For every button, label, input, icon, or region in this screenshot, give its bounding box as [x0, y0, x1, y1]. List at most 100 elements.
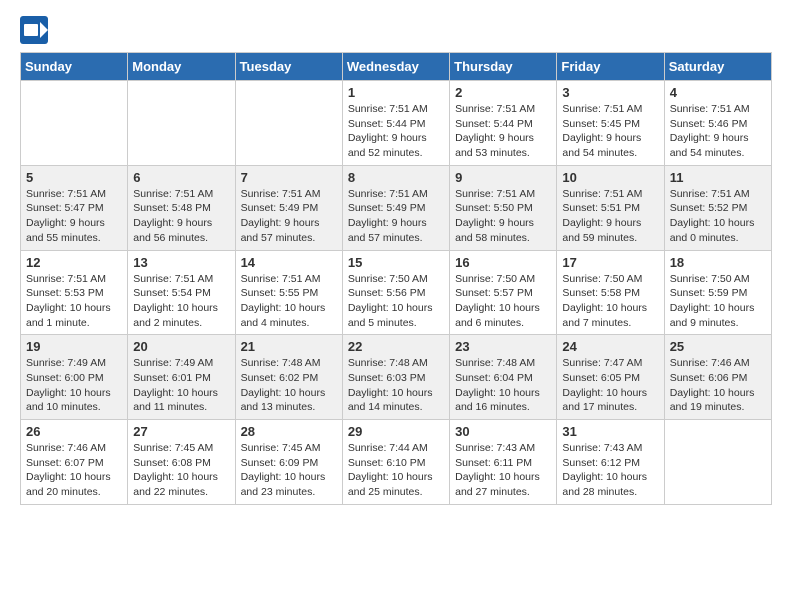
- calendar-cell: 2Sunrise: 7:51 AM Sunset: 5:44 PM Daylig…: [450, 81, 557, 166]
- day-info: Sunrise: 7:51 AM Sunset: 5:51 PM Dayligh…: [562, 187, 658, 246]
- calendar-cell: [21, 81, 128, 166]
- day-number: 7: [241, 170, 337, 185]
- day-info: Sunrise: 7:48 AM Sunset: 6:03 PM Dayligh…: [348, 356, 444, 415]
- day-number: 19: [26, 339, 122, 354]
- day-info: Sunrise: 7:50 AM Sunset: 5:58 PM Dayligh…: [562, 272, 658, 331]
- day-number: 15: [348, 255, 444, 270]
- day-number: 3: [562, 85, 658, 100]
- weekday-header: Thursday: [450, 53, 557, 81]
- day-info: Sunrise: 7:51 AM Sunset: 5:47 PM Dayligh…: [26, 187, 122, 246]
- day-number: 22: [348, 339, 444, 354]
- day-number: 11: [670, 170, 766, 185]
- day-info: Sunrise: 7:46 AM Sunset: 6:07 PM Dayligh…: [26, 441, 122, 500]
- calendar-cell: 22 Sunrise: 7:48 AM Sunset: 6:03 PM Dayli…: [342, 335, 449, 420]
- day-info: Sunrise: 7:51 AM Sunset: 5:54 PM Dayligh…: [133, 272, 229, 331]
- calendar-cell: 7Sunrise: 7:51 AM Sunset: 5:49 PM Daylig…: [235, 165, 342, 250]
- header: [20, 16, 772, 44]
- calendar-cell: [128, 81, 235, 166]
- day-info: Sunrise: 7:49 AM Sunset: 6:01 PM Dayligh…: [133, 356, 229, 415]
- calendar-cell: 11 Sunrise: 7:51 AM Sunset: 5:52 PM Dayli…: [664, 165, 771, 250]
- day-number: 17: [562, 255, 658, 270]
- day-info: Sunrise: 7:51 AM Sunset: 5:46 PM Dayligh…: [670, 102, 766, 161]
- weekday-header: Wednesday: [342, 53, 449, 81]
- day-number: 29: [348, 424, 444, 439]
- day-info: Sunrise: 7:49 AM Sunset: 6:00 PM Dayligh…: [26, 356, 122, 415]
- day-number: 25: [670, 339, 766, 354]
- calendar-cell: 10Sunrise: 7:51 AM Sunset: 5:51 PM Dayli…: [557, 165, 664, 250]
- day-info: Sunrise: 7:51 AM Sunset: 5:49 PM Dayligh…: [348, 187, 444, 246]
- day-number: 4: [670, 85, 766, 100]
- calendar-week-row: 1 Sunrise: 7:51 AM Sunset: 5:44 PM Daylig…: [21, 81, 772, 166]
- calendar-cell: 28 Sunrise: 7:45 AM Sunset: 6:09 PM Dayli…: [235, 420, 342, 505]
- day-number: 1: [348, 85, 444, 100]
- day-number: 13: [133, 255, 229, 270]
- day-number: 8: [348, 170, 444, 185]
- weekday-header: Monday: [128, 53, 235, 81]
- calendar-cell: 5 Sunrise: 7:51 AM Sunset: 5:47 PM Daylig…: [21, 165, 128, 250]
- calendar-cell: 25 Sunrise: 7:46 AM Sunset: 6:06 PM Dayli…: [664, 335, 771, 420]
- calendar-cell: 12Sunrise: 7:51 AM Sunset: 5:53 PM Dayli…: [21, 250, 128, 335]
- calendar-cell: 17 Sunrise: 7:50 AM Sunset: 5:58 PM Dayli…: [557, 250, 664, 335]
- day-info: Sunrise: 7:50 AM Sunset: 5:56 PM Dayligh…: [348, 272, 444, 331]
- calendar-table: SundayMondayTuesdayWednesdayThursdayFrid…: [20, 52, 772, 505]
- calendar-cell: 16Sunrise: 7:50 AM Sunset: 5:57 PM Dayli…: [450, 250, 557, 335]
- weekday-header: Friday: [557, 53, 664, 81]
- calendar-cell: [235, 81, 342, 166]
- weekday-header: Sunday: [21, 53, 128, 81]
- calendar-cell: 9 Sunrise: 7:51 AM Sunset: 5:50 PM Daylig…: [450, 165, 557, 250]
- day-number: 31: [562, 424, 658, 439]
- calendar-cell: 15 Sunrise: 7:50 AM Sunset: 5:56 PM Dayli…: [342, 250, 449, 335]
- day-number: 16: [455, 255, 551, 270]
- calendar-cell: [664, 420, 771, 505]
- calendar-cell: 26 Sunrise: 7:46 AM Sunset: 6:07 PM Dayli…: [21, 420, 128, 505]
- day-info: Sunrise: 7:48 AM Sunset: 6:04 PM Dayligh…: [455, 356, 551, 415]
- calendar-cell: 1Sunrise: 7:51 AM Sunset: 5:44 PM Daylig…: [342, 81, 449, 166]
- calendar-cell: 31 Sunrise: 7:43 AM Sunset: 6:12 PM Dayli…: [557, 420, 664, 505]
- day-info: Sunrise: 7:44 AM Sunset: 6:10 PM Dayligh…: [348, 441, 444, 500]
- calendar-cell: 18 Sunrise: 7:50 AM Sunset: 5:59 PM Dayli…: [664, 250, 771, 335]
- calendar-cell: 20 Sunrise: 7:49 AM Sunset: 6:01 PM Dayli…: [128, 335, 235, 420]
- day-number: 5: [26, 170, 122, 185]
- day-number: 6: [133, 170, 229, 185]
- day-info: Sunrise: 7:51 AM Sunset: 5:55 PM Dayligh…: [241, 272, 337, 331]
- calendar-cell: 4 Sunrise: 7:51 AM Sunset: 5:46 PM Daylig…: [664, 81, 771, 166]
- day-info: Sunrise: 7:47 AM Sunset: 6:05 PM Dayligh…: [562, 356, 658, 415]
- day-info: Sunrise: 7:51 AM Sunset: 5:50 PM Dayligh…: [455, 187, 551, 246]
- day-info: Sunrise: 7:51 AM Sunset: 5:48 PM Dayligh…: [133, 187, 229, 246]
- day-info: Sunrise: 7:43 AM Sunset: 6:12 PM Dayligh…: [562, 441, 658, 500]
- day-info: Sunrise: 7:45 AM Sunset: 6:08 PM Dayligh…: [133, 441, 229, 500]
- calendar-cell: 14 Sunrise: 7:51 AM Sunset: 5:55 PM Dayli…: [235, 250, 342, 335]
- day-number: 12: [26, 255, 122, 270]
- calendar-cell: 3 Sunrise: 7:51 AM Sunset: 5:45 PM Daylig…: [557, 81, 664, 166]
- day-info: Sunrise: 7:51 AM Sunset: 5:45 PM Dayligh…: [562, 102, 658, 161]
- day-number: 30: [455, 424, 551, 439]
- calendar-cell: 8 Sunrise: 7:51 AM Sunset: 5:49 PM Daylig…: [342, 165, 449, 250]
- calendar-cell: 24 Sunrise: 7:47 AM Sunset: 6:05 PM Dayli…: [557, 335, 664, 420]
- day-number: 20: [133, 339, 229, 354]
- day-number: 28: [241, 424, 337, 439]
- day-number: 9: [455, 170, 551, 185]
- logo: [20, 16, 50, 44]
- calendar-cell: 29 Sunrise: 7:44 AM Sunset: 6:10 PM Dayli…: [342, 420, 449, 505]
- day-number: 14: [241, 255, 337, 270]
- weekday-header: Saturday: [664, 53, 771, 81]
- day-info: Sunrise: 7:50 AM Sunset: 5:59 PM Dayligh…: [670, 272, 766, 331]
- day-info: Sunrise: 7:46 AM Sunset: 6:06 PM Dayligh…: [670, 356, 766, 415]
- day-info: Sunrise: 7:51 AM Sunset: 5:52 PM Dayligh…: [670, 187, 766, 246]
- calendar-cell: 30 Sunrise: 7:43 AM Sunset: 6:11 PM Dayli…: [450, 420, 557, 505]
- day-info: Sunrise: 7:51 AM Sunset: 5:44 PM Dayligh…: [455, 102, 551, 161]
- day-info: Sunrise: 7:43 AM Sunset: 6:11 PM Dayligh…: [455, 441, 551, 500]
- calendar-week-row: 5 Sunrise: 7:51 AM Sunset: 5:47 PM Daylig…: [21, 165, 772, 250]
- day-number: 21: [241, 339, 337, 354]
- day-info: Sunrise: 7:45 AM Sunset: 6:09 PM Dayligh…: [241, 441, 337, 500]
- weekday-header: Tuesday: [235, 53, 342, 81]
- calendar-week-row: 19 Sunrise: 7:49 AM Sunset: 6:00 PM Dayli…: [21, 335, 772, 420]
- day-number: 24: [562, 339, 658, 354]
- day-number: 18: [670, 255, 766, 270]
- calendar-cell: 21 Sunrise: 7:48 AM Sunset: 6:02 PM Dayli…: [235, 335, 342, 420]
- day-info: Sunrise: 7:48 AM Sunset: 6:02 PM Dayligh…: [241, 356, 337, 415]
- calendar-cell: 27Sunrise: 7:45 AM Sunset: 6:08 PM Dayli…: [128, 420, 235, 505]
- weekday-header-row: SundayMondayTuesdayWednesdayThursdayFrid…: [21, 53, 772, 81]
- calendar-cell: 23Sunrise: 7:48 AM Sunset: 6:04 PM Dayli…: [450, 335, 557, 420]
- day-number: 26: [26, 424, 122, 439]
